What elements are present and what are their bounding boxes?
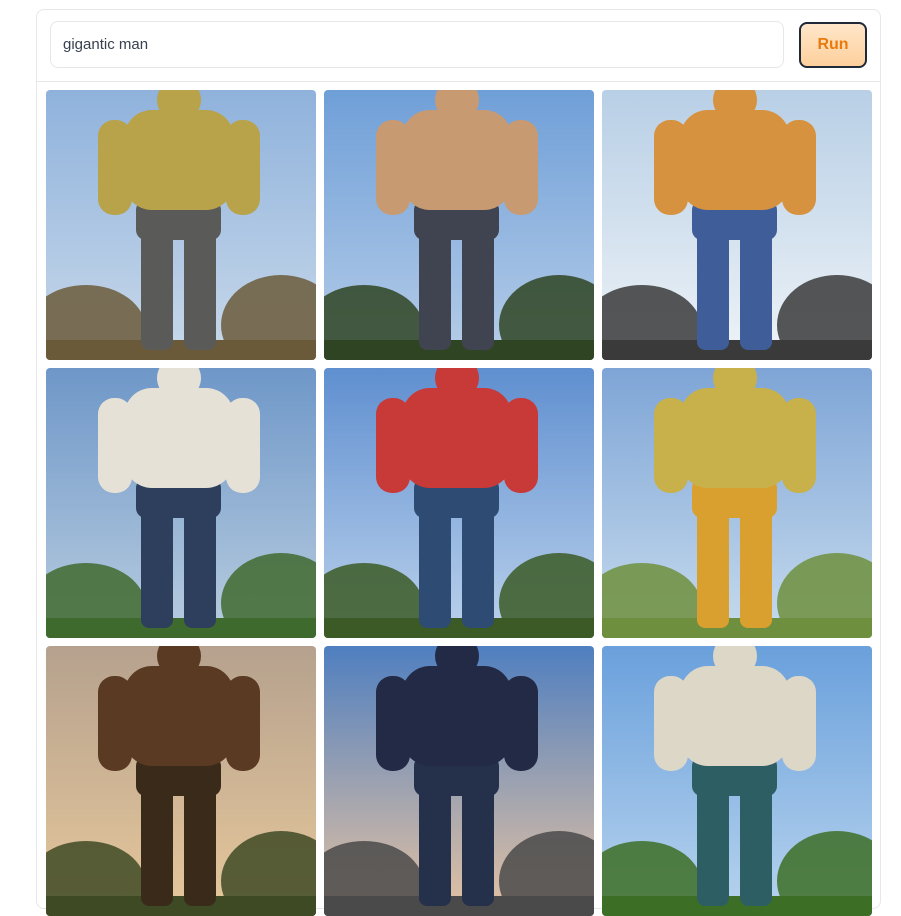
generated-image-4[interactable]	[46, 368, 316, 638]
run-button[interactable]: Run	[799, 22, 867, 68]
image-content	[46, 90, 316, 360]
generated-image-8[interactable]	[324, 646, 594, 916]
prompt-row: Run	[37, 10, 880, 82]
generated-image-6[interactable]	[602, 368, 872, 638]
prompt-input[interactable]	[50, 21, 784, 68]
generated-image-3[interactable]	[602, 90, 872, 360]
image-content	[324, 646, 594, 916]
image-content	[602, 90, 872, 360]
image-content	[602, 646, 872, 916]
image-gallery	[46, 90, 872, 916]
generated-image-7[interactable]	[46, 646, 316, 916]
image-content	[46, 646, 316, 916]
app-panel: Run	[36, 9, 881, 916]
generated-image-9[interactable]	[602, 646, 872, 916]
image-content	[46, 368, 316, 638]
generated-image-2[interactable]	[324, 90, 594, 360]
image-content	[324, 90, 594, 360]
generated-image-5[interactable]	[324, 368, 594, 638]
image-content	[602, 368, 872, 638]
image-content	[324, 368, 594, 638]
generated-image-1[interactable]	[46, 90, 316, 360]
